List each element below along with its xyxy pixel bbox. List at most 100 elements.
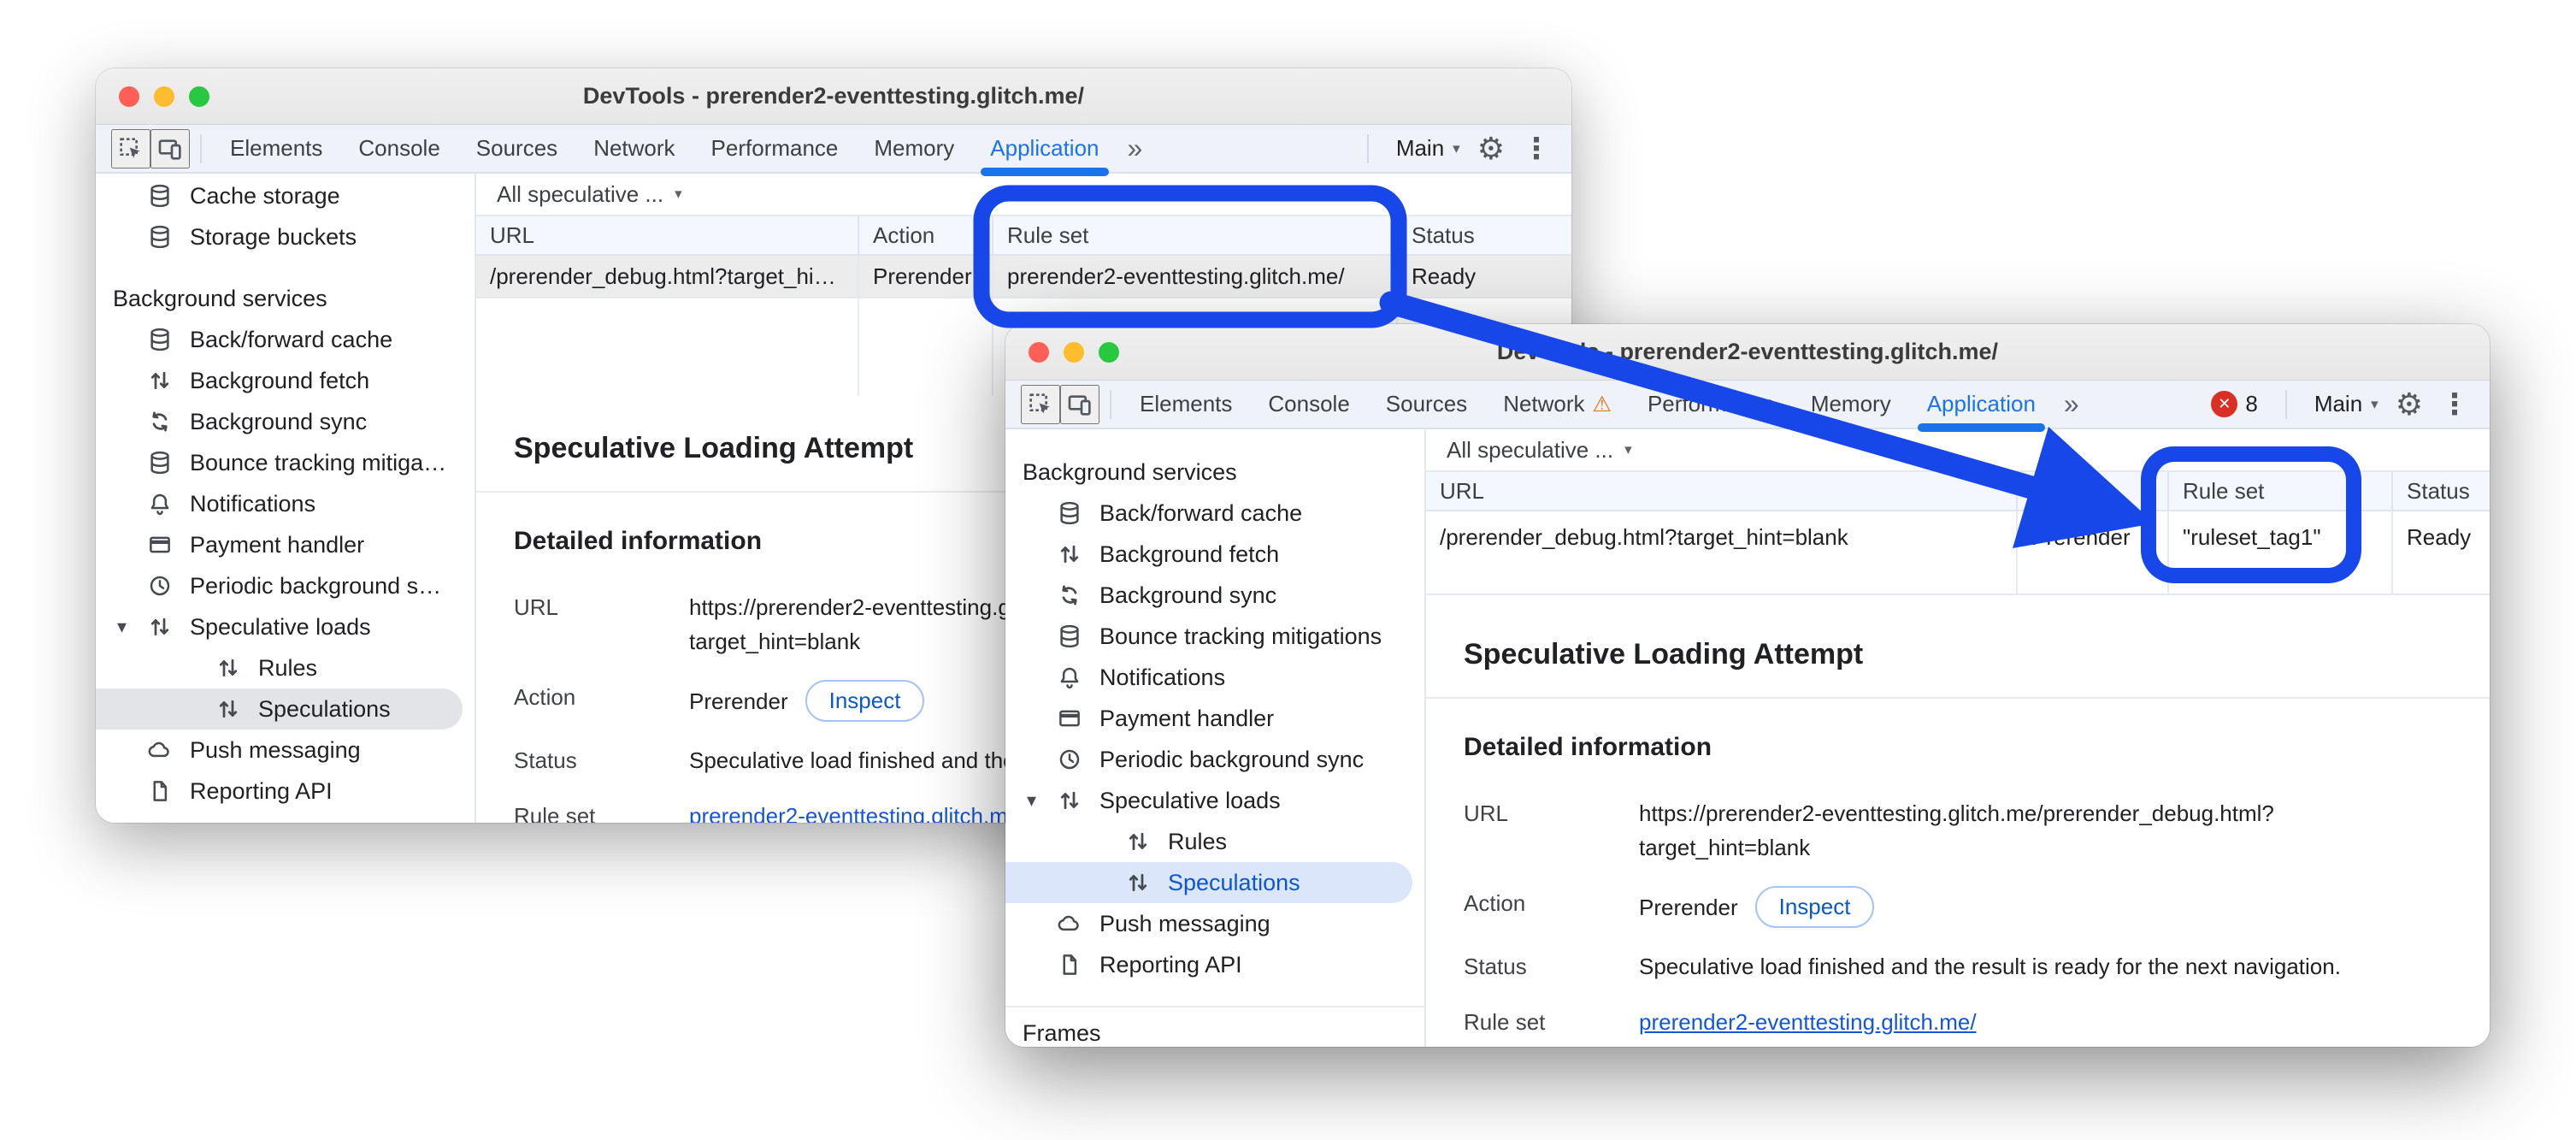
sidebar-item-icon — [147, 327, 173, 352]
sidebar-item[interactable]: ▾ Push messaging — [96, 729, 475, 771]
sidebar-item[interactable]: ▾ Background fetch — [1005, 534, 1424, 575]
close-window-button[interactable] — [1029, 342, 1049, 363]
settings-gear-icon[interactable]: ⚙ — [2396, 389, 2423, 420]
sidebar-item[interactable]: ▾ Periodic background sync — [96, 565, 475, 606]
ruleset-link[interactable]: prerender2-eventtesting.glitch.me/ — [689, 803, 1027, 823]
panel-tab[interactable]: Sources ⚠ — [1368, 381, 1485, 428]
device-toolbar-icon[interactable] — [1060, 385, 1099, 424]
sidebar-item-icon — [147, 368, 173, 393]
toolbar-divider — [200, 134, 202, 163]
sidebar-item[interactable]: ▾ Frames — [1005, 1006, 1424, 1047]
device-toolbar-icon[interactable] — [150, 129, 190, 168]
sidebar-item[interactable]: ▾ Speculations — [1005, 862, 1412, 903]
zoom-window-button[interactable] — [1099, 342, 1119, 363]
sidebar-item[interactable]: ▾ Back/forward cache — [1005, 493, 1424, 534]
sidebar-item[interactable]: ▾ Background services — [96, 278, 475, 319]
inspect-button[interactable]: Inspect — [805, 680, 925, 722]
inspect-element-icon[interactable] — [111, 129, 150, 168]
sidebar-item-label: Speculative loads — [190, 614, 475, 641]
sidebar-item-label: Background services — [113, 286, 475, 312]
ruleset-link[interactable]: prerender2-eventtesting.glitch.me/ — [1639, 1009, 1977, 1035]
devtools-window-front: DevTools - prerender2-eventtesting.glitc… — [1005, 324, 2490, 1047]
table-row[interactable]: /prerender_debug.html?target_hint=blank … — [1426, 511, 2490, 595]
inspect-button[interactable]: Inspect — [1755, 886, 1875, 928]
sidebar-item-icon — [1125, 829, 1151, 854]
panel-tab[interactable]: Sources ⚠ — [458, 125, 575, 172]
sidebar-item[interactable]: ▾ Speculations — [96, 688, 463, 729]
panel-tab[interactable]: Network ⚠ — [575, 125, 693, 172]
sidebar-item[interactable]: ▾ Background services — [1005, 452, 1424, 493]
column-header-ruleset[interactable]: Rule set — [2169, 472, 2393, 510]
more-tabs-icon[interactable]: » — [2054, 388, 2090, 420]
sidebar-item-icon — [1057, 911, 1082, 936]
column-header-status[interactable]: Status — [1398, 216, 1571, 254]
sidebar-item-icon — [1057, 623, 1082, 649]
close-window-button[interactable] — [119, 86, 139, 107]
sidebar-item-label: Speculations — [258, 696, 463, 723]
detail-section-title: Detailed information — [1464, 733, 2455, 762]
panel-tab[interactable]: Memory ⚠ — [1793, 381, 1909, 428]
panel-tab[interactable]: Performance ⚠ — [693, 125, 857, 172]
sidebar-item[interactable]: ▾ Reporting API — [96, 771, 475, 812]
tree-expand-icon[interactable]: ▾ — [117, 616, 127, 638]
sidebar-item-label: Payment handler — [190, 532, 475, 558]
speculations-filter[interactable]: All speculative ... ▾ — [1426, 429, 2490, 472]
context-selector[interactable]: Main ▾ — [1396, 135, 1460, 162]
sidebar-item[interactable]: ▾ Storage buckets — [96, 216, 475, 257]
sidebar-item[interactable]: ▾ Background sync — [96, 401, 475, 442]
sidebar-item[interactable]: ▾ Speculative loads — [1005, 780, 1424, 821]
column-header-action[interactable]: Action — [2018, 472, 2169, 510]
sidebar-item[interactable]: ▾ Background sync — [1005, 575, 1424, 616]
panel-tab[interactable]: Application ⚠ — [1909, 381, 2054, 428]
sidebar-item[interactable]: ▾ Push messaging — [1005, 903, 1424, 944]
panel-tab[interactable]: Network ⚠ — [1485, 381, 1630, 428]
more-tabs-icon[interactable]: » — [1117, 133, 1153, 164]
sidebar-item[interactable]: ▾ Background fetch — [96, 360, 475, 401]
panel-tab[interactable]: Elements ⚠ — [1122, 381, 1250, 428]
panel-tab[interactable]: Console ⚠ — [1250, 381, 1367, 428]
sidebar-item-label: Reporting API — [190, 778, 475, 805]
sidebar-item[interactable]: ▾ Notifications — [96, 483, 475, 524]
screenshot-canvas: DevTools - prerender2-eventtesting.glitc… — [0, 0, 2576, 1140]
sidebar-item-icon — [147, 409, 173, 434]
minimize-window-button[interactable] — [154, 86, 174, 107]
settings-gear-icon[interactable]: ⚙ — [1477, 133, 1505, 164]
column-header-status[interactable]: Status — [2393, 472, 2490, 510]
sidebar-item[interactable]: ▾ Back/forward cache — [96, 319, 475, 360]
panel-tab[interactable]: Console ⚠ — [340, 125, 457, 172]
speculations-filter[interactable]: All speculative ... ▾ — [476, 174, 1571, 216]
sidebar-item[interactable]: ▾ Rules — [1005, 821, 1424, 862]
zoom-window-button[interactable] — [189, 86, 209, 107]
panel-tab[interactable]: Performance ⚠ — [1630, 381, 1793, 428]
sidebar-item[interactable]: ▾ Periodic background sync — [1005, 739, 1424, 780]
inspect-element-icon[interactable] — [1021, 385, 1060, 424]
tree-expand-icon[interactable]: ▾ — [1027, 789, 1036, 812]
column-header-url[interactable]: URL — [476, 216, 859, 254]
table-row[interactable]: /prerender_debug.html?target_hint=blank … — [476, 256, 1571, 298]
kebab-menu-icon[interactable]: ⋮ — [1522, 134, 1551, 163]
sidebar-item[interactable]: ▾ Cache storage — [96, 175, 475, 216]
sidebar-item-icon — [1057, 582, 1082, 608]
sidebar-item[interactable]: ▾ Speculative loads — [96, 606, 475, 647]
panel-tab[interactable]: Application ⚠ — [972, 125, 1117, 172]
sidebar-item[interactable]: ▾ Payment handler — [96, 524, 475, 565]
panel-tab[interactable]: Elements ⚠ — [212, 125, 340, 172]
sidebar-item[interactable]: ▾ Rules — [96, 647, 475, 688]
sidebar-item[interactable]: ▾ Notifications — [1005, 657, 1424, 698]
column-header-ruleset[interactable]: Rule set — [993, 216, 1398, 254]
status-value: Speculative load finished and the result… — [1639, 949, 2341, 983]
sidebar-item[interactable]: ▾ Reporting API — [1005, 944, 1424, 985]
sidebar-item[interactable]: ▾ Payment handler — [1005, 698, 1424, 739]
context-selector[interactable]: Main ▾ — [2314, 391, 2379, 417]
sidebar-item[interactable]: ▾ Bounce tracking mitigations — [1005, 616, 1424, 657]
sidebar-item-icon — [147, 224, 173, 250]
sidebar-item-icon — [147, 778, 173, 804]
column-header-url[interactable]: URL — [1426, 472, 2018, 510]
panel-tab[interactable]: Memory ⚠ — [856, 125, 972, 172]
sidebar-item[interactable]: ▾ Bounce tracking mitigations — [96, 442, 475, 483]
console-error-badge[interactable]: ✕ 8 — [2211, 391, 2257, 417]
minimize-window-button[interactable] — [1064, 342, 1084, 363]
column-header-action[interactable]: Action — [859, 216, 993, 254]
sidebar-item-label: Notifications — [1099, 665, 1424, 691]
kebab-menu-icon[interactable]: ⋮ — [2440, 390, 2469, 419]
